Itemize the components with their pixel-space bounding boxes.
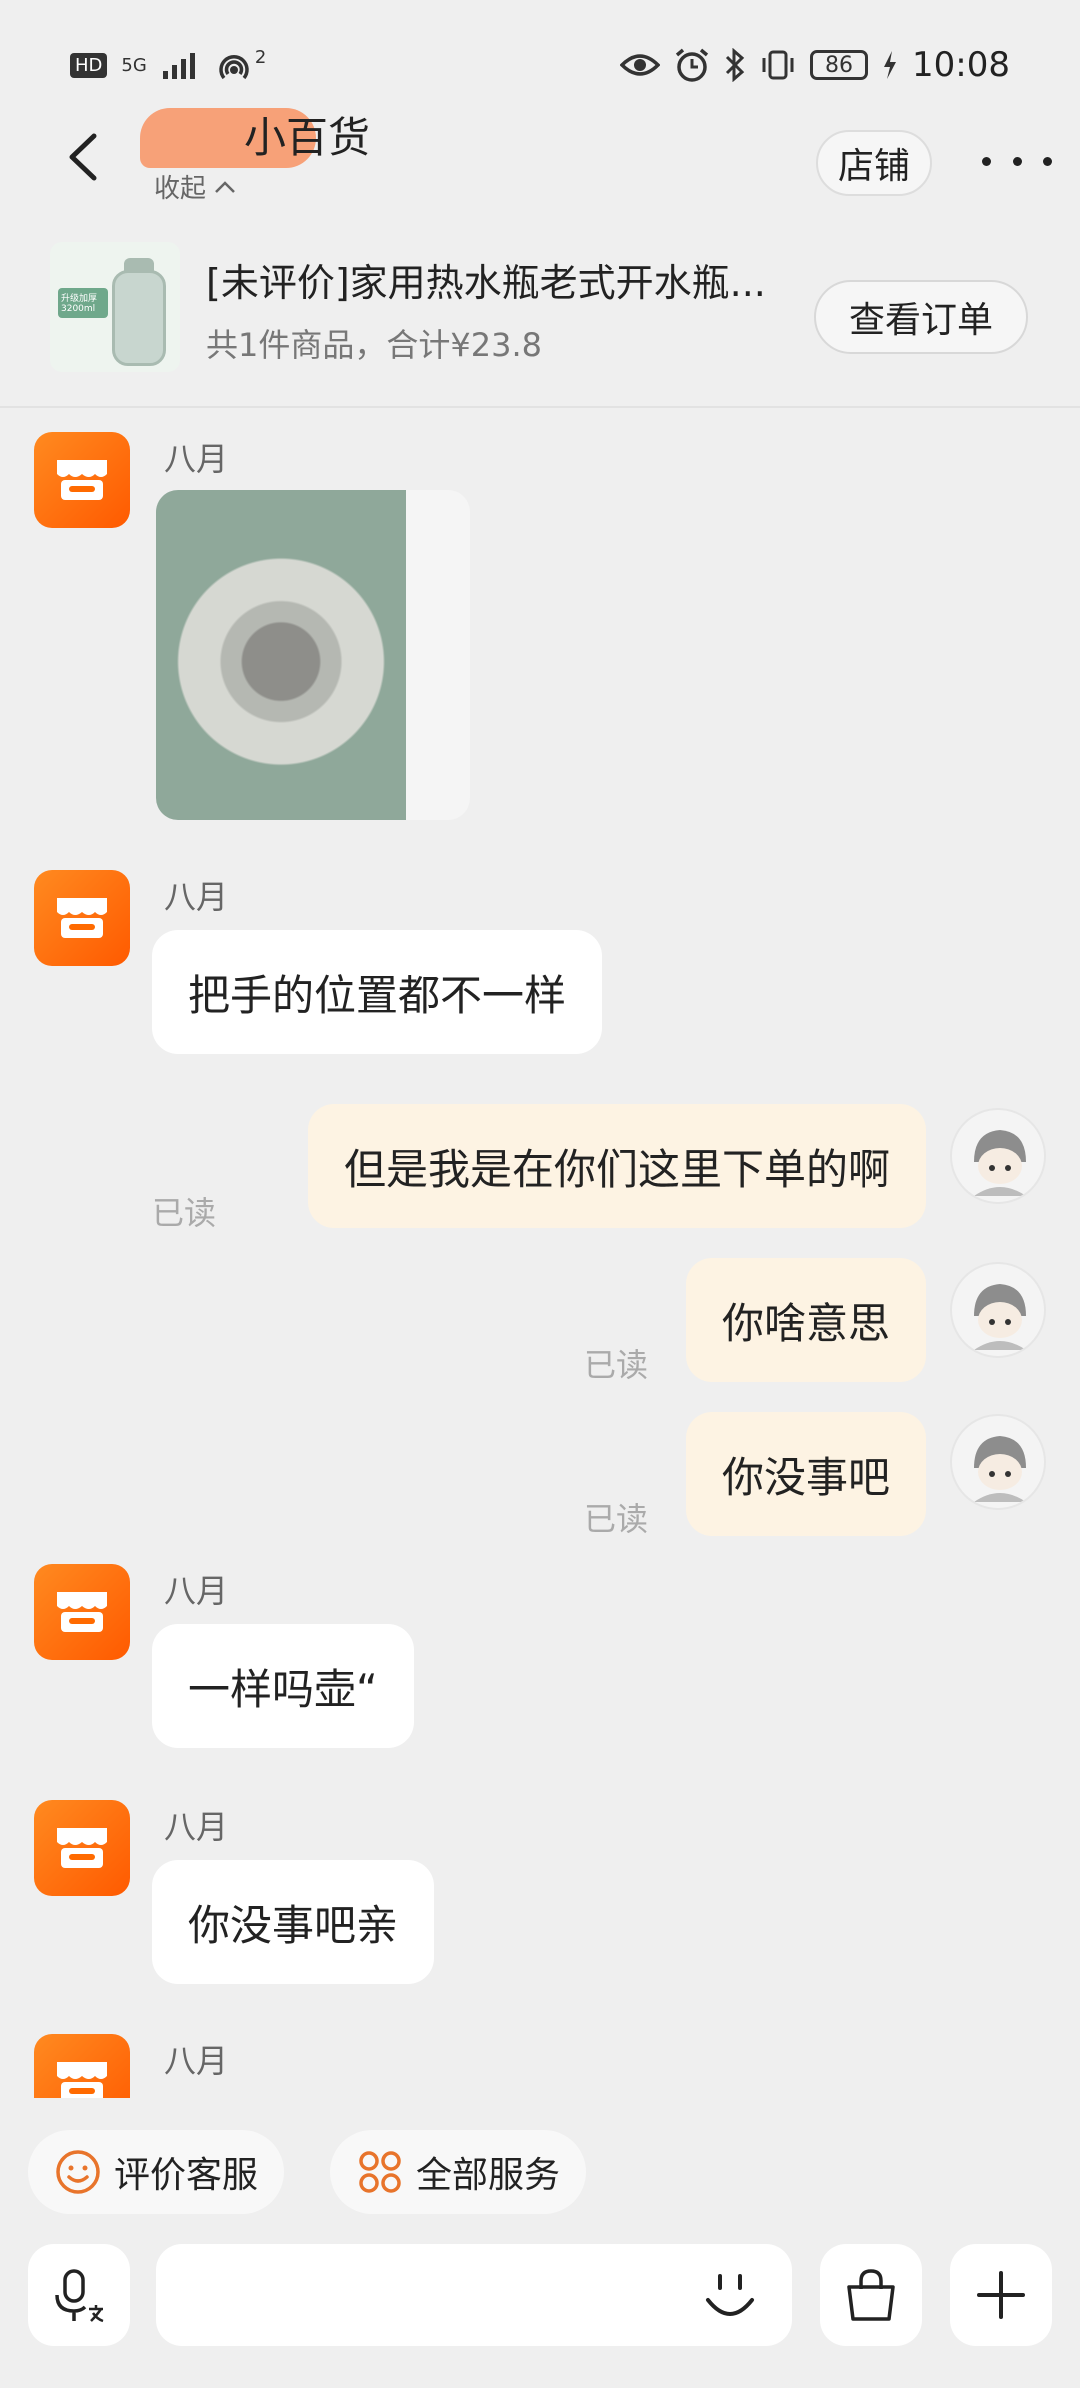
more-button[interactable]	[982, 146, 1052, 176]
read-status: 已读	[584, 1346, 649, 1384]
user-avatar-icon	[974, 1284, 1026, 1350]
product-thumbnail[interactable]: 升级加厚 3200ml	[50, 242, 180, 372]
voice-input-button[interactable]	[28, 2244, 130, 2346]
view-order-button[interactable]: 查看订单	[814, 280, 1028, 354]
network-type: 5G	[121, 54, 147, 76]
eye-icon	[620, 54, 661, 76]
user-avatar-icon	[974, 1130, 1026, 1196]
voice-input-icon	[55, 2269, 104, 2323]
hd-indicator: HD	[70, 52, 108, 78]
battery-indicator: 86	[810, 50, 869, 80]
shop-title-wrap[interactable]: 小百货	[140, 100, 371, 176]
plus-icon	[977, 2271, 1025, 2319]
back-arrow-icon	[69, 133, 97, 181]
top-nav: 小百货 收起 店铺	[0, 90, 1080, 220]
status-left: HD 5G 2	[70, 46, 267, 82]
outgoing-message[interactable]: 你啥意思	[685, 1258, 926, 1382]
vibrate-icon	[762, 50, 794, 80]
more-dot	[982, 156, 991, 166]
sender-name: 八月	[164, 878, 229, 916]
alarm-icon	[675, 48, 709, 82]
all-services-label: 全部服务	[416, 2155, 561, 2196]
more-actions-button[interactable]	[950, 2244, 1052, 2346]
status-right: 86 10:08	[620, 45, 1010, 85]
shop-awning-icon	[57, 1828, 107, 1868]
shop-avatar[interactable]	[34, 1800, 130, 1896]
shopping-bag-button[interactable]	[820, 2244, 922, 2346]
outgoing-message[interactable]: 但是我是在你们这里下单的啊	[307, 1104, 926, 1228]
rate-service-label: 评价客服	[114, 2155, 259, 2196]
service-shortcuts: 评价客服 全部服务	[0, 2120, 1080, 2220]
sender-name: 八月	[164, 440, 229, 478]
chevron-up-icon	[215, 180, 235, 193]
collapse-toggle[interactable]: 收起	[154, 168, 236, 205]
incoming-message[interactable]: 一样吗壶“	[152, 1624, 414, 1748]
sender-name: 八月	[164, 1808, 229, 1846]
collapse-label: 收起	[154, 174, 207, 204]
read-status: 已读	[152, 1194, 217, 1232]
grid-services-icon	[359, 2151, 401, 2193]
user-avatar-icon	[974, 1436, 1026, 1502]
chat-area[interactable]: 八月 八月 把手的位置都不一样 已读 但是我是在你们这里下单的啊 已读 你啥意思	[0, 410, 1080, 2098]
shop-awning-icon	[57, 460, 107, 500]
emoji-icon	[706, 2274, 754, 2316]
clock: 10:08	[912, 45, 1010, 85]
photo-thermos-interior	[156, 490, 406, 820]
emoji-button[interactable]	[700, 2268, 760, 2328]
shop-avatar[interactable]	[34, 2034, 130, 2098]
shop-avatar[interactable]	[34, 1564, 130, 1660]
order-summary: 共1件商品，合计¥23.8	[206, 326, 542, 364]
rate-service-button[interactable]: 评价客服	[28, 2130, 285, 2214]
thermos-body	[112, 270, 166, 366]
all-services-button[interactable]: 全部服务	[330, 2130, 587, 2214]
shop-awning-icon	[57, 898, 107, 938]
user-avatar[interactable]	[950, 1108, 1046, 1204]
signal-icon	[162, 53, 195, 79]
store-button[interactable]: 店铺	[816, 130, 932, 196]
read-status: 已读	[584, 1500, 649, 1538]
bluetooth-icon	[725, 48, 745, 82]
more-dot	[1012, 156, 1022, 166]
user-avatar[interactable]	[950, 1262, 1046, 1358]
incoming-message[interactable]: 你没事吧亲	[152, 1860, 435, 1984]
outgoing-message[interactable]: 你没事吧	[685, 1412, 926, 1536]
input-bar	[0, 2240, 1080, 2350]
shop-avatar[interactable]	[34, 432, 130, 528]
shop-avatar[interactable]	[34, 870, 130, 966]
shop-awning-icon	[57, 2062, 107, 2098]
hotspot-icon	[219, 54, 249, 80]
shopping-bag-icon	[847, 2269, 895, 2321]
order-card[interactable]: 升级加厚 3200ml [未评价]家用热水瓶老式开水瓶... 共1件商品，合计¥…	[0, 228, 1080, 408]
back-button[interactable]	[48, 122, 118, 192]
shop-awning-icon	[57, 1592, 107, 1632]
image-message[interactable]	[156, 490, 470, 820]
order-title: [未评价]家用热水瓶老式开水瓶...	[206, 261, 766, 305]
smile-face-icon	[56, 2150, 100, 2194]
product-tag: 升级加厚 3200ml	[58, 288, 108, 318]
sender-name: 八月	[164, 1572, 229, 1610]
user-avatar[interactable]	[950, 1414, 1046, 1510]
sender-name: 八月	[164, 2042, 229, 2080]
shop-title: 小百货	[244, 113, 371, 162]
more-dot	[1043, 156, 1052, 166]
hotspot-count: 2	[254, 46, 267, 68]
message-input[interactable]	[156, 2244, 792, 2346]
incoming-message[interactable]: 把手的位置都不一样	[152, 930, 603, 1054]
charging-icon	[884, 51, 897, 79]
